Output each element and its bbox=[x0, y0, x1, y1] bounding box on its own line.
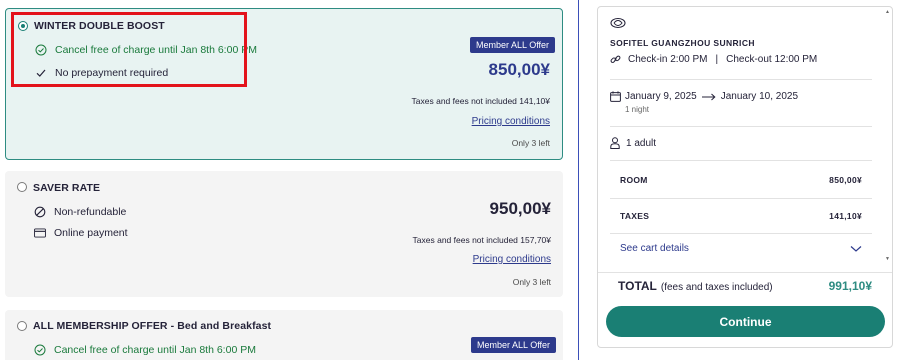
total-amount: 991,10¥ bbox=[828, 279, 872, 293]
room-value: 850,00¥ bbox=[829, 175, 862, 185]
rate-title: ALL MEMBERSHIP OFFER - Bed and Breakfast bbox=[33, 320, 272, 332]
total-note: (fees and taxes included) bbox=[660, 282, 773, 293]
link-icon bbox=[610, 54, 621, 65]
chevron-down-icon[interactable] bbox=[850, 245, 862, 253]
person-icon bbox=[610, 137, 620, 149]
taxes-value: 141,10¥ bbox=[829, 211, 862, 221]
member-offer-badge: Member ALL Offer bbox=[471, 337, 557, 353]
check-out-time: Check-out 12:00 PM bbox=[726, 54, 818, 65]
room-line: ROOM 850,00¥ bbox=[620, 175, 862, 185]
cancellation-feature: Cancel free of charge until Jan 8th 6:00… bbox=[34, 344, 256, 356]
check-in-time: Check-in 2:00 PM bbox=[628, 54, 708, 65]
date-from: January 9, 2025 bbox=[625, 91, 697, 102]
taxes-line: TAXES 141,10¥ bbox=[620, 211, 862, 221]
cart-summary: ROOM 850,00¥ TAXES 141,10¥ See cart deta… bbox=[610, 160, 872, 272]
guests-row: 1 adult bbox=[610, 137, 656, 149]
taxes-note: Taxes and fees not included 141,10¥ bbox=[411, 96, 550, 106]
divider bbox=[610, 160, 872, 161]
payment-feature: Online payment bbox=[34, 227, 128, 239]
rate-radio[interactable] bbox=[17, 182, 27, 192]
taxes-note: Taxes and fees not included 157,70¥ bbox=[412, 235, 551, 245]
pricing-conditions-link[interactable]: Pricing conditions bbox=[473, 254, 551, 265]
taxes-label: TAXES bbox=[620, 211, 650, 221]
scroll-up-icon[interactable]: ▲ bbox=[885, 9, 890, 15]
availability-note: Only 3 left bbox=[511, 138, 550, 148]
divider bbox=[598, 272, 892, 273]
panel-divider bbox=[578, 0, 579, 360]
rate-card-saver-rate[interactable]: SAVER RATE Non-refundable Online payment… bbox=[5, 171, 563, 297]
divider bbox=[610, 126, 872, 127]
guests-count: 1 adult bbox=[626, 137, 657, 149]
member-offer-badge: Member ALL Offer bbox=[470, 37, 556, 53]
divider bbox=[610, 198, 872, 199]
hotel-name: SOFITEL GUANGZHOU SUNRICH bbox=[610, 38, 755, 48]
highlight-box bbox=[11, 12, 247, 87]
divider bbox=[610, 79, 872, 80]
date-to: January 10, 2025 bbox=[720, 91, 798, 102]
sofitel-logo-icon bbox=[610, 17, 626, 32]
rate-title: SAVER RATE bbox=[33, 182, 101, 194]
rate-radio[interactable] bbox=[17, 321, 27, 331]
feature-text: Cancel free of charge until Jan 8th 6:00… bbox=[54, 344, 256, 356]
separator: | bbox=[715, 54, 719, 65]
rate-price: 850,00¥ bbox=[488, 60, 550, 79]
see-cart-details-link[interactable]: See cart details bbox=[620, 243, 689, 254]
refund-feature: Non-refundable bbox=[34, 206, 126, 218]
check-in-out-row: Check-in 2:00 PM | Check-out 12:00 PM bbox=[610, 54, 817, 65]
scroll-down-icon[interactable]: ▼ bbox=[885, 256, 890, 262]
room-label: ROOM bbox=[620, 175, 648, 185]
feature-text: Online payment bbox=[54, 227, 128, 239]
rate-price: 950,00¥ bbox=[489, 199, 551, 218]
booking-summary-panel: ▲ SOFITEL GUANGZHOU SUNRICH Check-in 2:0… bbox=[597, 6, 893, 348]
divider bbox=[610, 233, 872, 234]
no-entry-icon bbox=[34, 206, 46, 218]
credit-card-icon bbox=[34, 227, 46, 239]
see-cart-details-toggle[interactable]: See cart details bbox=[620, 243, 862, 254]
arrow-right-icon bbox=[701, 93, 716, 101]
availability-note: Only 3 left bbox=[512, 277, 551, 287]
stay-dates-row: January 9, 2025 January 10, 2025 bbox=[610, 91, 798, 102]
continue-button[interactable]: Continue bbox=[606, 306, 885, 337]
total-label: TOTAL bbox=[618, 279, 657, 293]
rate-list: WINTER DOUBLE BOOST Cancel free of charg… bbox=[0, 0, 570, 360]
pricing-conditions-link[interactable]: Pricing conditions bbox=[472, 116, 550, 127]
feature-text: Non-refundable bbox=[54, 206, 127, 218]
nights-count: 1 night bbox=[625, 105, 650, 114]
check-circle-icon bbox=[34, 344, 46, 356]
total-row: TOTAL (fees and taxes included) 991,10¥ bbox=[618, 279, 872, 293]
total-label-group: TOTAL (fees and taxes included) bbox=[618, 279, 773, 293]
rate-card-membership-bnb[interactable]: ALL MEMBERSHIP OFFER - Bed and Breakfast… bbox=[5, 310, 563, 360]
calendar-icon bbox=[610, 91, 621, 102]
